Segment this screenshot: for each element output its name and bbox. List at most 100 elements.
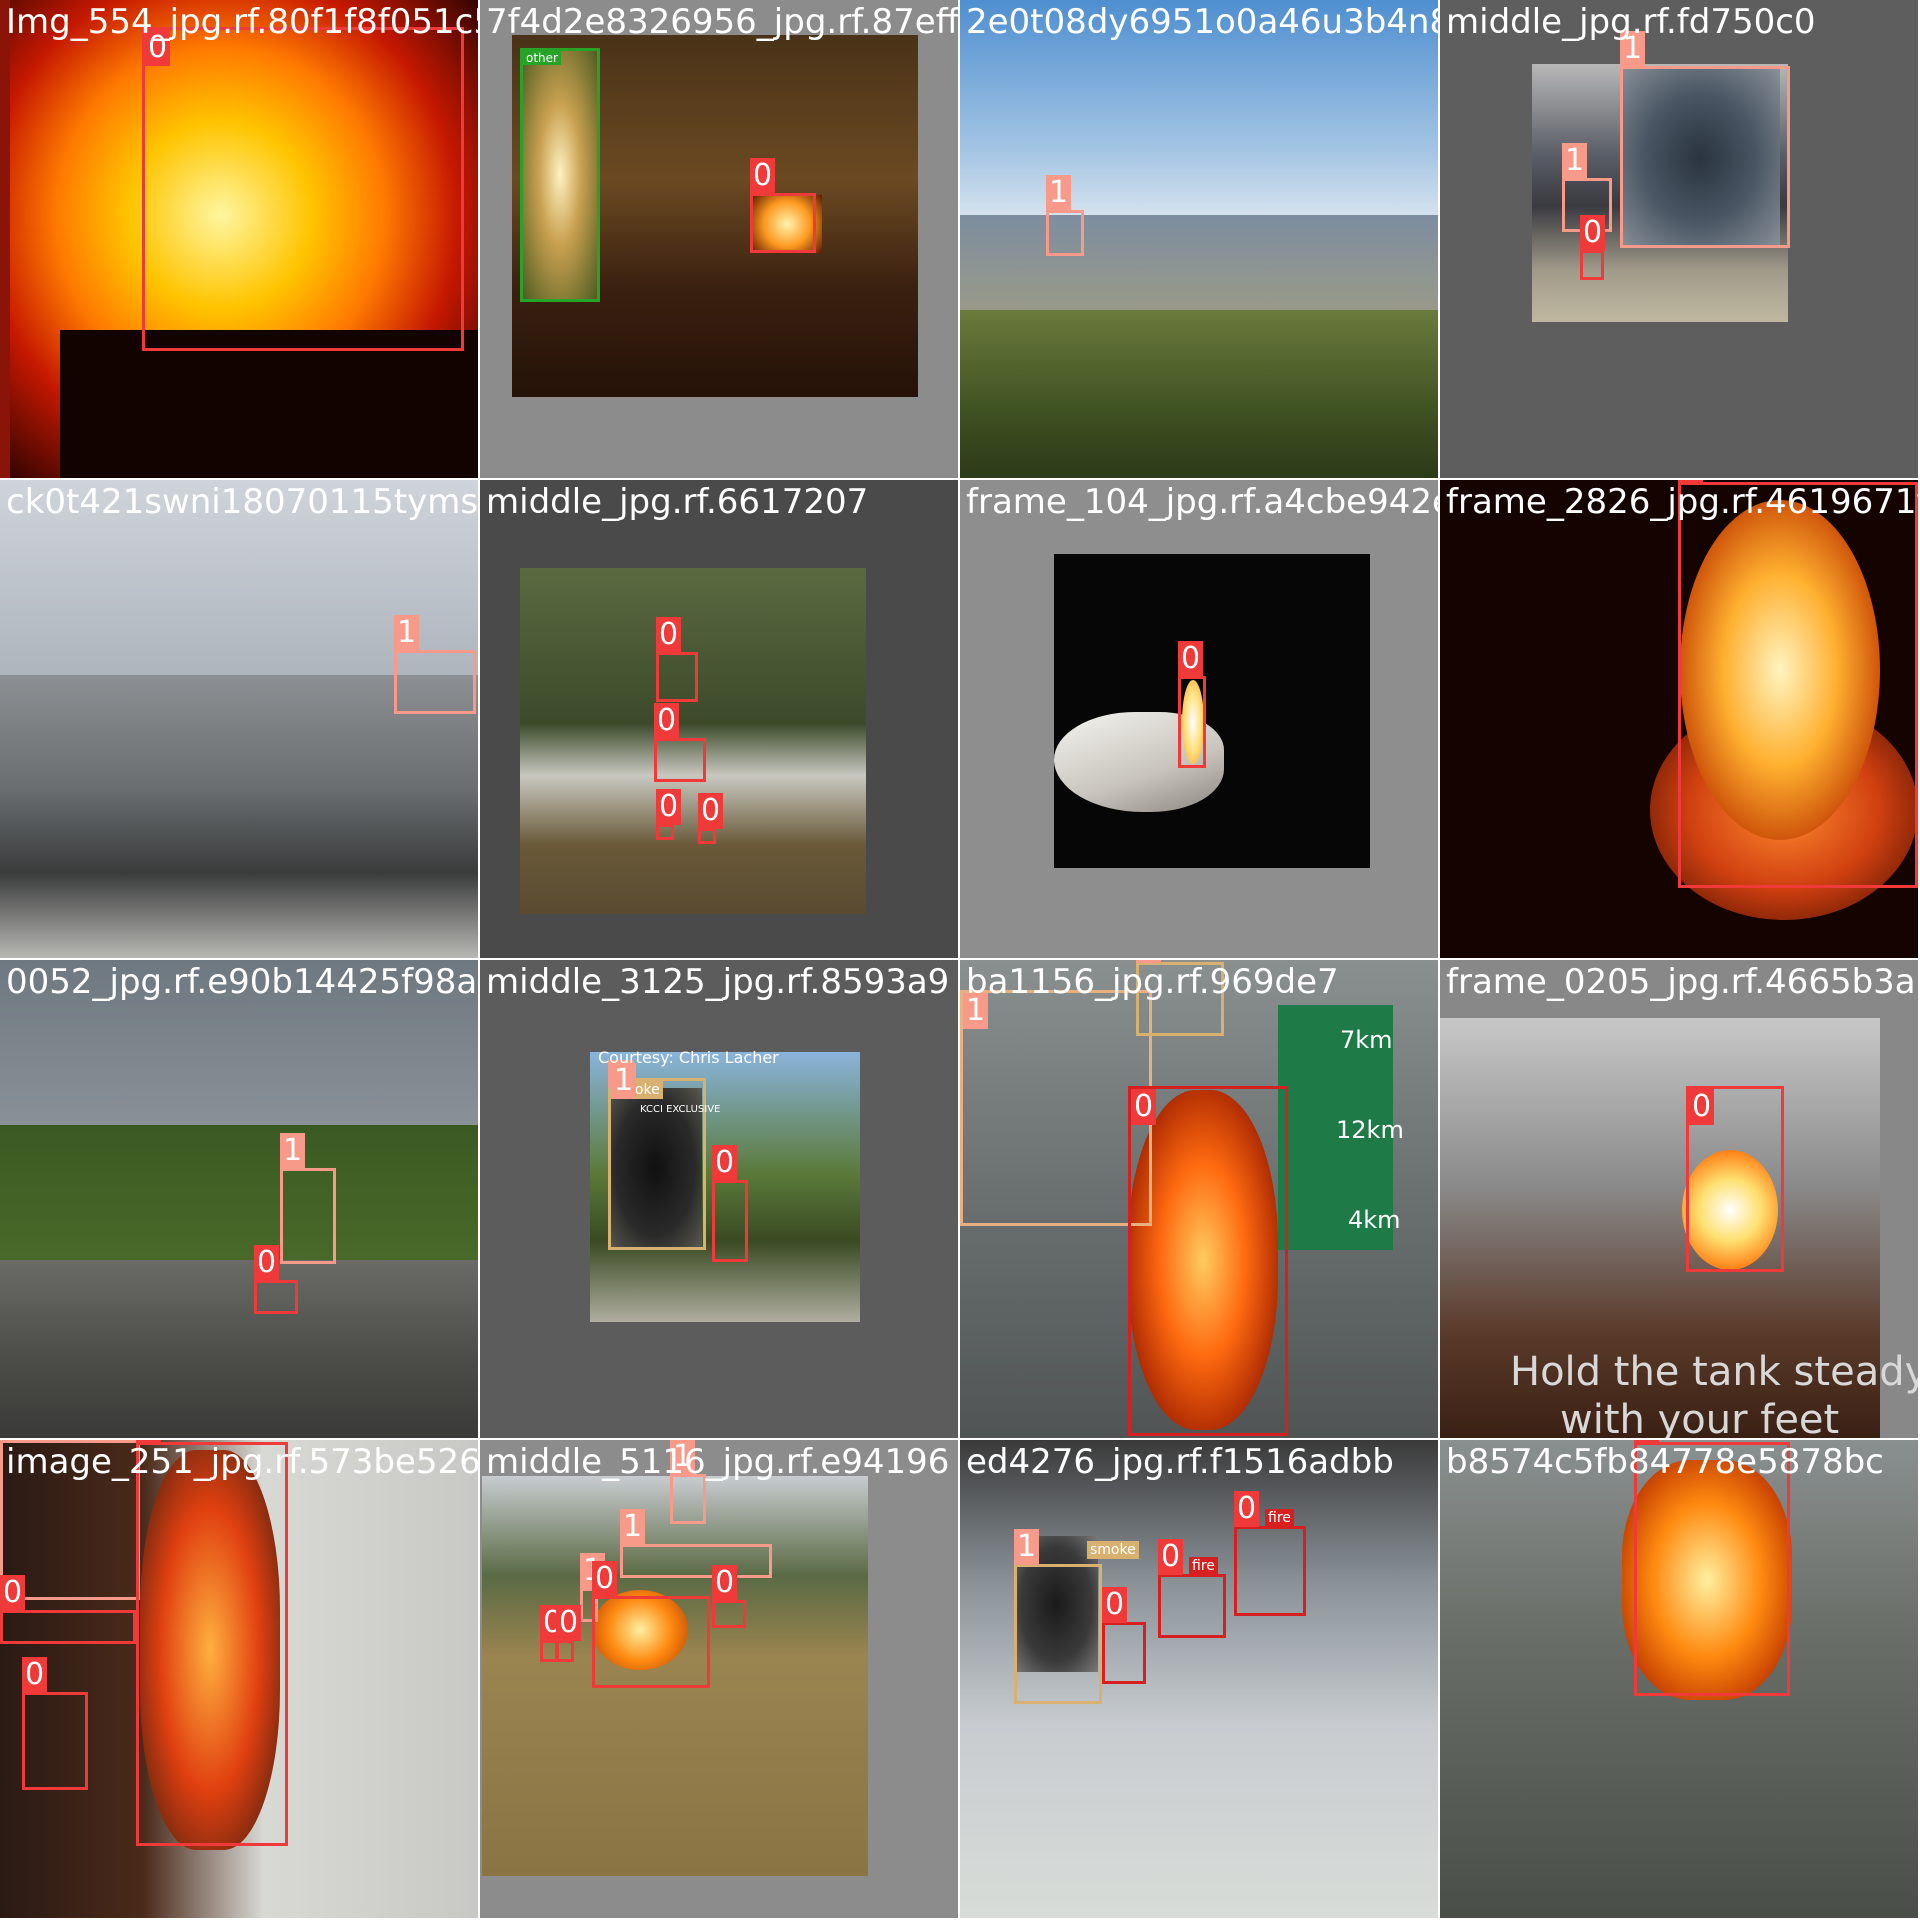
box-label: 0 bbox=[712, 1565, 738, 1601]
tile-16[interactable]: 0 b8574c5fb84778e5878bc bbox=[1440, 1440, 1918, 1918]
smoke-box[interactable]: 1 smoke bbox=[1014, 1529, 1139, 1704]
image-filename: image_251_jpg.rf.573be526 bbox=[6, 1442, 478, 1482]
box-label: 0 bbox=[712, 1145, 738, 1181]
sign-distance: 12km bbox=[1336, 1116, 1404, 1144]
fire-box[interactable]: 0 bbox=[750, 158, 816, 253]
box-label: 1 bbox=[1014, 1529, 1040, 1565]
fire-box[interactable]: 0 bbox=[136, 1440, 288, 1846]
box-label: 1 bbox=[611, 1063, 637, 1099]
image-filename: middle_jpg.rf.6617207 bbox=[486, 482, 869, 522]
box-label: 1 bbox=[0, 1440, 26, 1441]
fire-box[interactable]: 0 bbox=[1686, 1086, 1784, 1272]
caption-text: with your feet bbox=[1560, 1397, 1840, 1438]
image-filename: middle_3125_jpg.rf.8593a9 bbox=[486, 962, 950, 1002]
fire-box[interactable]: 0 bbox=[698, 793, 724, 844]
channel-text: KCCI EXCLUSIVE bbox=[640, 1104, 721, 1115]
fire-box[interactable]: 0 bbox=[142, 27, 464, 351]
tile-12[interactable]: 0 Hold the tank steady with your feet fr… bbox=[1440, 960, 1918, 1438]
tile-1[interactable]: 0 Img_554_jpg.rf.80f1f8f051c5 bbox=[0, 0, 478, 478]
tile-9[interactable]: 1 0 0052_jpg.rf.e90b14425f98a0 bbox=[0, 960, 478, 1438]
smoke-box[interactable]: 1 bbox=[1620, 31, 1790, 248]
fire-box[interactable]: 0 bbox=[712, 1565, 746, 1628]
tile-7[interactable]: 0 frame_104_jpg.rf.a4cbe942e bbox=[960, 480, 1438, 958]
image-filename: b8574c5fb84778e5878bc bbox=[1446, 1442, 1884, 1482]
fire-tag: fire bbox=[1189, 1557, 1218, 1575]
fire-box[interactable]: 0 bbox=[1178, 641, 1206, 768]
image-filename: 2e0t08dy6951o0a46u3b4n8bb bbox=[966, 2, 1438, 42]
box-label: 0 bbox=[656, 789, 682, 825]
fire-box[interactable]: 0 bbox=[656, 789, 682, 840]
fire-box[interactable]: 0 bbox=[656, 617, 698, 702]
image-filename: ba1156_jpg.rf.969de7 bbox=[966, 962, 1339, 1002]
hillside bbox=[960, 310, 1438, 478]
fire-box[interactable]: 0 fire bbox=[1234, 1491, 1306, 1616]
box-label: 0 bbox=[656, 617, 682, 653]
tile-3[interactable]: 1 2e0t08dy6951o0a46u3b4n8bb bbox=[960, 0, 1438, 478]
fire-tag: fire bbox=[1265, 1509, 1294, 1527]
smoke-box[interactable]: 1 bbox=[1046, 175, 1084, 256]
fire-box[interactable]: 0 bbox=[654, 703, 706, 782]
tile-2[interactable]: other 0 7f4d2e8326956_jpg.rf.87effd1 bbox=[480, 0, 958, 478]
valley bbox=[0, 675, 478, 958]
fire-box[interactable]: 0 bbox=[1128, 1086, 1288, 1436]
fire-box[interactable]: 0 bbox=[1102, 1587, 1146, 1684]
image-filename: ed4276_jpg.rf.f1516adbb bbox=[966, 1442, 1394, 1482]
box-label: 0 bbox=[1689, 1089, 1715, 1125]
dark-scene bbox=[1054, 554, 1370, 868]
box-label: 0 bbox=[1580, 215, 1606, 251]
firepit-area bbox=[0, 1260, 478, 1438]
box-label: 1 bbox=[620, 1509, 646, 1545]
other-box[interactable]: other bbox=[520, 48, 600, 302]
tile-15[interactable]: 1 smoke 0 0 fire 0 fire ed4276_jpg.rf.f1516… bbox=[960, 1440, 1438, 1918]
tile-14[interactable]: 1 1 1 0 0 0 0 middle_5116_jpg.rf.e94196 bbox=[480, 1440, 958, 1918]
box-label: 1 bbox=[1046, 175, 1072, 211]
box-label: 1 bbox=[394, 615, 420, 651]
fire-box[interactable]: 0 bbox=[1678, 480, 1918, 888]
mountains bbox=[960, 215, 1438, 315]
tile-6[interactable]: 0 0 0 0 middle_jpg.rf.6617207 bbox=[480, 480, 958, 958]
image-filename: Img_554_jpg.rf.80f1f8f051c5 bbox=[6, 2, 478, 42]
fire-box[interactable]: 0 bbox=[592, 1561, 710, 1688]
image-filename: 7f4d2e8326956_jpg.rf.87effd1 bbox=[486, 2, 958, 42]
tile-8[interactable]: 0 frame_2826_jpg.rf.4619671f bbox=[1440, 480, 1918, 958]
fire-box[interactable]: 0 bbox=[1580, 215, 1606, 280]
box-label: 0 bbox=[0, 1575, 26, 1611]
box-label: 0 bbox=[22, 1657, 48, 1693]
fire-box[interactable]: 0 bbox=[254, 1245, 298, 1314]
image-filename: frame_0205_jpg.rf.4665b3a7 bbox=[1446, 962, 1918, 1002]
box-label: 0 bbox=[698, 793, 724, 829]
tile-10[interactable]: Courtesy: Chris Lacher KCCI EXCLUSIVE sm… bbox=[480, 960, 958, 1438]
image-filename: frame_104_jpg.rf.a4cbe942e bbox=[966, 482, 1438, 522]
image-filename: ck0t421swni18070115tymsh bbox=[6, 482, 478, 522]
box-label: 1 bbox=[1562, 143, 1588, 179]
fire-box[interactable]: 0 bbox=[712, 1145, 748, 1262]
fire-box[interactable]: 0 bbox=[556, 1605, 582, 1662]
image-filename: 0052_jpg.rf.e90b14425f98a0 bbox=[6, 962, 478, 1002]
fire-box[interactable]: 0 bbox=[0, 1575, 136, 1644]
fire-box[interactable]: 0 bbox=[22, 1657, 88, 1790]
box-label: 0 bbox=[1131, 1089, 1157, 1125]
tile-13[interactable]: 1 0 0 0 image_251_jpg.rf.573be526 bbox=[0, 1440, 478, 1918]
smoke-box[interactable]: 1 bbox=[394, 615, 476, 714]
tile-11[interactable]: 7km 12km 4km 1 1 0 ba1156_jpg.rf.969de7 bbox=[960, 960, 1438, 1438]
box-label: 0 bbox=[1102, 1587, 1128, 1623]
sign-distance: 7km bbox=[1340, 1026, 1393, 1054]
logs-shadow bbox=[60, 330, 478, 478]
fire-box[interactable]: 0 fire bbox=[1158, 1539, 1226, 1638]
sign-distance: 4km bbox=[1348, 1206, 1401, 1234]
image-filename: middle_jpg.rf.fd750c0 bbox=[1446, 2, 1816, 42]
other-tag: other bbox=[523, 51, 561, 65]
box-label: 0 bbox=[654, 703, 680, 739]
smoke-box[interactable]: 1 bbox=[620, 1509, 772, 1578]
lawn bbox=[0, 1125, 478, 1265]
tile-4[interactable]: 1 1 0 middle_jpg.rf.fd750c0 bbox=[1440, 0, 1918, 478]
box-label: 0 bbox=[1178, 641, 1204, 677]
credit-text: Courtesy: Chris Lacher bbox=[598, 1048, 779, 1067]
box-label: 0 bbox=[556, 1605, 582, 1641]
tile-5[interactable]: 1 ck0t421swni18070115tymsh bbox=[0, 480, 478, 958]
smoke-box[interactable]: 1 bbox=[280, 1133, 336, 1264]
image-filename: frame_2826_jpg.rf.4619671f bbox=[1446, 482, 1918, 522]
smoke-box[interactable]: 1 bbox=[960, 990, 1152, 1226]
box-label: 1 bbox=[280, 1133, 306, 1169]
box-label: 0 bbox=[1158, 1539, 1184, 1575]
